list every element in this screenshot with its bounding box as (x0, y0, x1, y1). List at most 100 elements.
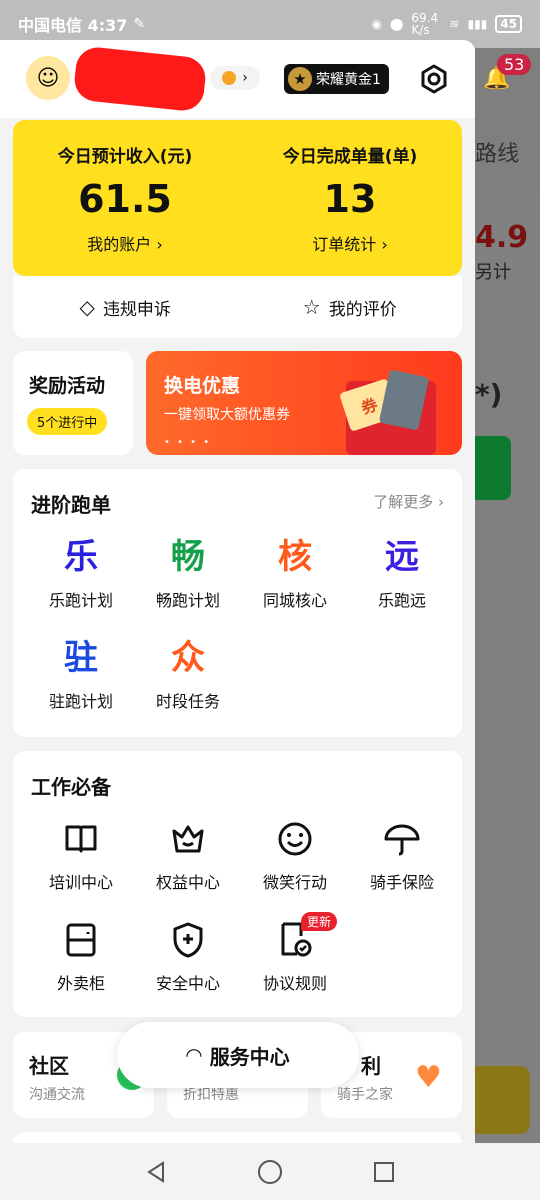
chevron-right-icon: › (381, 235, 388, 254)
reward-count-pill: 5个进行中 (27, 408, 108, 435)
location-icon: ⬤ (389, 17, 404, 31)
chevron-right-icon: › (242, 70, 248, 86)
star-icon: ★ (288, 67, 312, 91)
community-title: 社区 (29, 1054, 69, 1078)
advanced-item-glyph: 驻 (64, 638, 98, 678)
orders-value: 13 (323, 177, 377, 221)
background-green-button (475, 436, 511, 500)
essential-item-label: 微笑行动 (262, 873, 327, 892)
essential-item[interactable]: 微笑行动 (241, 819, 349, 893)
banner-subtitle: 一键领取大额优惠券 (164, 407, 290, 423)
essential-item-label: 培训中心 (48, 873, 113, 892)
appeal-label: 违规申诉 (102, 299, 171, 320)
service-center-button[interactable]: ◠ 服务中心 (117, 1022, 359, 1088)
background-sub: 另计 (475, 262, 511, 283)
coin-icon (222, 71, 237, 85)
orders-link-label: 订单统计 (312, 235, 377, 254)
advanced-item-label: 畅跑计划 (155, 591, 220, 610)
welfare-title: 利 (361, 1054, 381, 1078)
recents-icon[interactable] (372, 1160, 396, 1184)
income-value: 61.5 (78, 177, 172, 221)
advanced-item-glyph: 远 (385, 537, 419, 577)
carrier-time: 中国电信 4:37 (18, 16, 128, 35)
crown-icon (168, 819, 208, 859)
essential-item[interactable]: 权益中心 (134, 819, 242, 893)
quick-actions: ◇ 违规申诉 ☆ 我的评价 (13, 276, 462, 338)
heart-icon: ♥ (415, 1060, 442, 1095)
coin-pill[interactable]: › (210, 66, 260, 90)
advanced-item[interactable]: 乐乐跑计划 (27, 537, 135, 611)
advanced-item[interactable]: 核同城核心 (241, 537, 349, 611)
account-link-label: 我的账户 (87, 235, 152, 254)
smile-icon (275, 819, 315, 859)
banner-title: 换电优惠 (164, 375, 241, 397)
essential-item[interactable]: 骑手保险 (348, 819, 456, 893)
system-nav-bar (0, 1143, 540, 1200)
review-label: 我的评价 (328, 299, 397, 320)
review-button[interactable]: ☆ 我的评价 (238, 276, 463, 338)
essential-item-label: 协议规则 (262, 974, 327, 993)
advanced-item-label: 同城核心 (262, 591, 327, 610)
rank-badge[interactable]: ★ 荣耀黄金1 (284, 64, 389, 94)
advanced-item[interactable]: 众时段任务 (134, 638, 242, 712)
advanced-item-glyph: 众 (171, 638, 205, 678)
background-route-text: 路线 (475, 136, 540, 168)
advanced-orders-card: 进阶跑单 了解更多 › 乐乐跑计划畅畅跑计划核同城核心远乐跑远驻驻跑计划众时段任… (13, 469, 462, 737)
essential-item-label: 外卖柜 (56, 974, 105, 993)
account-link[interactable]: 我的账户 › (13, 231, 237, 255)
learn-more-label: 了解更多 (373, 493, 434, 511)
advanced-item-label: 乐跑远 (377, 591, 426, 610)
wifi-icon: ≋ (449, 17, 460, 31)
background-page: 🔔 53 路线 4.9 另计 *) (475, 48, 540, 1143)
orders-link[interactable]: 订单统计 › (238, 231, 462, 255)
income-title: 今日预计收入(元) (57, 147, 193, 167)
essential-item[interactable]: 协议规则 更新 (241, 912, 349, 994)
battery-swap-banner[interactable]: 换电优惠 一键领取大额优惠券 • • • • 券 (146, 351, 462, 455)
locker-icon (61, 920, 101, 960)
umbrella-icon (382, 819, 422, 859)
home-icon[interactable] (257, 1159, 283, 1185)
next-card-stub (13, 1132, 462, 1143)
avatar[interactable]: ☺ (26, 56, 70, 100)
drawer-panel: ☺ › ★ 荣耀黄金1 今日预计收入(元) 61.5 我的账户 › 今日完成单量… (0, 40, 475, 1143)
appeal-icon: ◇ (79, 295, 95, 319)
advanced-item-glyph: 核 (278, 537, 312, 577)
orders-column[interactable]: 今日完成单量(单) 13 订单统计 › (238, 142, 462, 255)
chevron-right-icon: › (156, 235, 163, 254)
banner-pager-dots: • • • • (164, 437, 212, 448)
reward-activities-card[interactable]: 奖励活动 5个进行中 (13, 351, 133, 455)
advanced-item-label: 时段任务 (155, 692, 220, 711)
shield-icon (168, 920, 208, 960)
background-value: 4.9 (475, 220, 529, 255)
earnings-summary-card: 今日预计收入(元) 61.5 我的账户 › 今日完成单量(单) 13 订单统计 … (13, 120, 462, 276)
advanced-item[interactable]: 驻驻跑计划 (27, 638, 135, 712)
essential-item[interactable]: 外卖柜 (27, 920, 135, 994)
essential-item[interactable]: 安全中心 (134, 920, 242, 994)
advanced-item[interactable]: 畅畅跑计划 (134, 537, 242, 611)
appeal-button[interactable]: ◇ 违规申诉 (13, 276, 238, 338)
learn-more-link[interactable]: 了解更多 › (373, 491, 444, 512)
essential-item-label: 骑手保险 (369, 873, 434, 892)
eye-icon: ◉ (371, 17, 382, 31)
book-icon (61, 819, 101, 859)
redacted-name (72, 45, 208, 113)
status-right: ◉ ⬤ 69.4 K/s ≋ ▮▮▮ 45 (371, 12, 522, 36)
essential-item[interactable]: 培训中心 (27, 819, 135, 893)
profile-header: ☺ › ★ 荣耀黄金1 (0, 40, 475, 118)
advanced-item-label: 驻跑计划 (48, 692, 113, 711)
background-band (475, 188, 540, 1143)
update-badge: 更新 (301, 912, 338, 931)
essential-item-label: 权益中心 (155, 873, 220, 892)
settings-gear-icon[interactable] (419, 64, 449, 94)
headset-icon: ◠ (186, 1043, 202, 1067)
advanced-item-label: 乐跑计划 (48, 591, 113, 610)
essential-item-label: 安全中心 (155, 974, 220, 993)
rank-label: 荣耀黄金1 (316, 72, 381, 88)
orders-title: 今日完成单量(单) (282, 147, 418, 167)
income-column[interactable]: 今日预计收入(元) 61.5 我的账户 › (13, 142, 237, 255)
advanced-item[interactable]: 远乐跑远 (348, 537, 456, 611)
welfare-sub: 骑手之家 (337, 1087, 393, 1103)
back-icon[interactable] (144, 1160, 168, 1184)
notification-icon: ✎ (133, 16, 146, 32)
essentials-title: 工作必备 (31, 775, 111, 799)
